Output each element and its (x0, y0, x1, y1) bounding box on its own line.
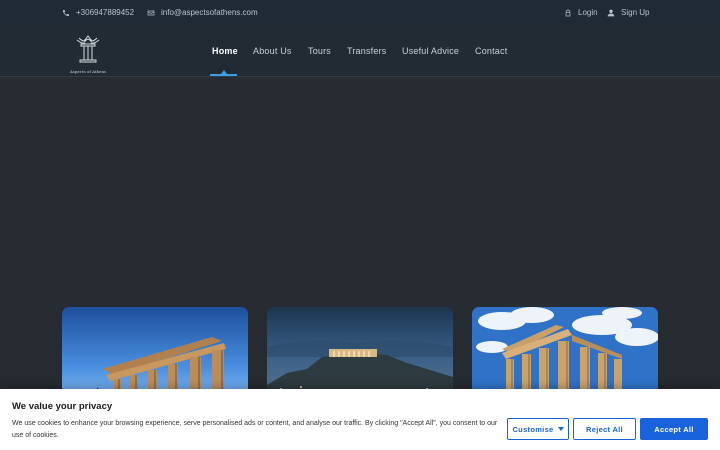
column-logo-icon (76, 35, 100, 63)
cookie-description: We use cookies to enhance your browsing … (12, 420, 498, 439)
email-address: info@aspectsofathens.com (161, 8, 258, 17)
nav-contact[interactable]: Contact (475, 46, 507, 56)
customise-button[interactable]: Customise (507, 418, 569, 440)
hero-banner (0, 77, 720, 307)
lock-icon (565, 9, 571, 16)
accept-label: Accept All (654, 424, 694, 434)
login-label: Login (578, 8, 598, 17)
phone-link[interactable]: +306947889452 (62, 8, 134, 17)
reject-all-button[interactable]: Reject All (573, 418, 636, 440)
phone-number: +306947889452 (76, 8, 135, 17)
cookie-title: We value your privacy (12, 401, 113, 412)
envelope-icon (147, 10, 155, 15)
reject-label: Reject All (586, 424, 623, 434)
login-link[interactable]: Login (564, 8, 598, 17)
customise-label: Customise (512, 424, 554, 434)
nav-home[interactable]: Home (212, 46, 238, 56)
email-link[interactable]: info@aspectsofathens.com (147, 8, 258, 17)
nav-tours[interactable]: Tours (308, 46, 331, 56)
nav-about-us[interactable]: About Us (253, 46, 292, 56)
signup-label: Sign Up (621, 8, 650, 17)
cookie-consent-banner: We value your privacy We use cookies to … (0, 389, 720, 450)
main-navbar: Aspects of Athens Home About Us Tours Tr… (0, 26, 720, 77)
caret-down-icon (557, 427, 564, 431)
site-logo[interactable]: Aspects of Athens (68, 34, 108, 76)
signup-link[interactable]: Sign Up (607, 8, 649, 17)
phone-icon (63, 9, 69, 16)
top-contact-bar: +306947889452 info@aspectsofathens.com L… (0, 0, 720, 26)
nav-transfers[interactable]: Transfers (347, 46, 386, 56)
nav-useful-advice[interactable]: Useful Advice (402, 46, 459, 56)
user-icon (607, 9, 615, 16)
accept-all-button[interactable]: Accept All (640, 418, 708, 440)
active-nav-underline (210, 74, 237, 76)
logo-text: Aspects of Athens (69, 69, 107, 74)
